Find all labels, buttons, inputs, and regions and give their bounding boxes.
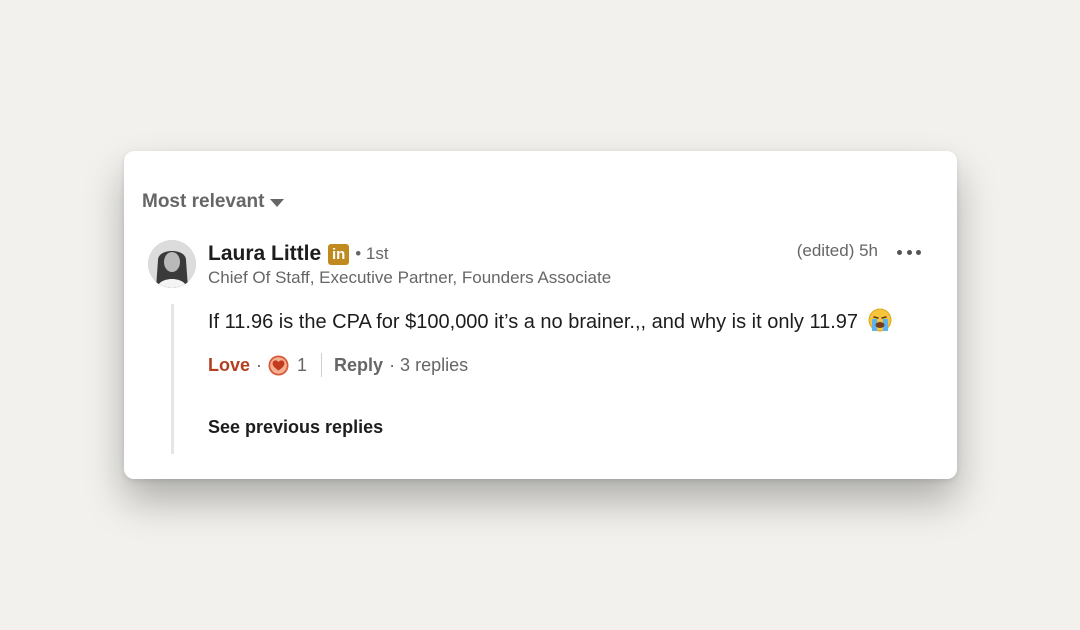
connection-degree: • 1st	[355, 244, 389, 263]
author-headline: Chief Of Staff, Executive Partner, Found…	[208, 268, 612, 287]
reply-button[interactable]: Reply	[334, 355, 383, 376]
linkedin-premium-icon: in	[328, 243, 350, 265]
comment-actions: Love · 1 Reply · 3 replies	[208, 353, 468, 377]
avatar[interactable]	[148, 240, 196, 288]
author-row: Laura Little in • 1st	[208, 240, 389, 268]
reaction-count[interactable]: 1	[297, 355, 307, 376]
more-options-icon[interactable]	[897, 242, 921, 262]
comment-body: If 11.96 is the CPA for $100,000 it’s a …	[208, 308, 892, 338]
comment-timestamp: (edited) 5h	[796, 241, 878, 260]
love-heart-icon[interactable]	[268, 355, 289, 376]
divider	[321, 353, 323, 377]
comments-card: Most relevant Laura Little in • 1st Chie…	[124, 151, 957, 479]
replies-count[interactable]: · 3 replies	[389, 355, 468, 376]
separator: ·	[256, 354, 263, 375]
comment-text: If 11.96 is the CPA for $100,000 it’s a …	[208, 311, 859, 333]
sort-dropdown[interactable]: Most relevant	[142, 191, 285, 213]
loudly-crying-face-emoji	[868, 308, 892, 338]
see-previous-replies-button[interactable]: See previous replies	[208, 417, 383, 438]
love-reaction-button[interactable]: Love	[208, 355, 250, 376]
thread-line	[171, 304, 174, 454]
author-name[interactable]: Laura Little	[208, 242, 321, 266]
caret-down-icon	[270, 199, 285, 207]
sort-label: Most relevant	[142, 191, 265, 212]
